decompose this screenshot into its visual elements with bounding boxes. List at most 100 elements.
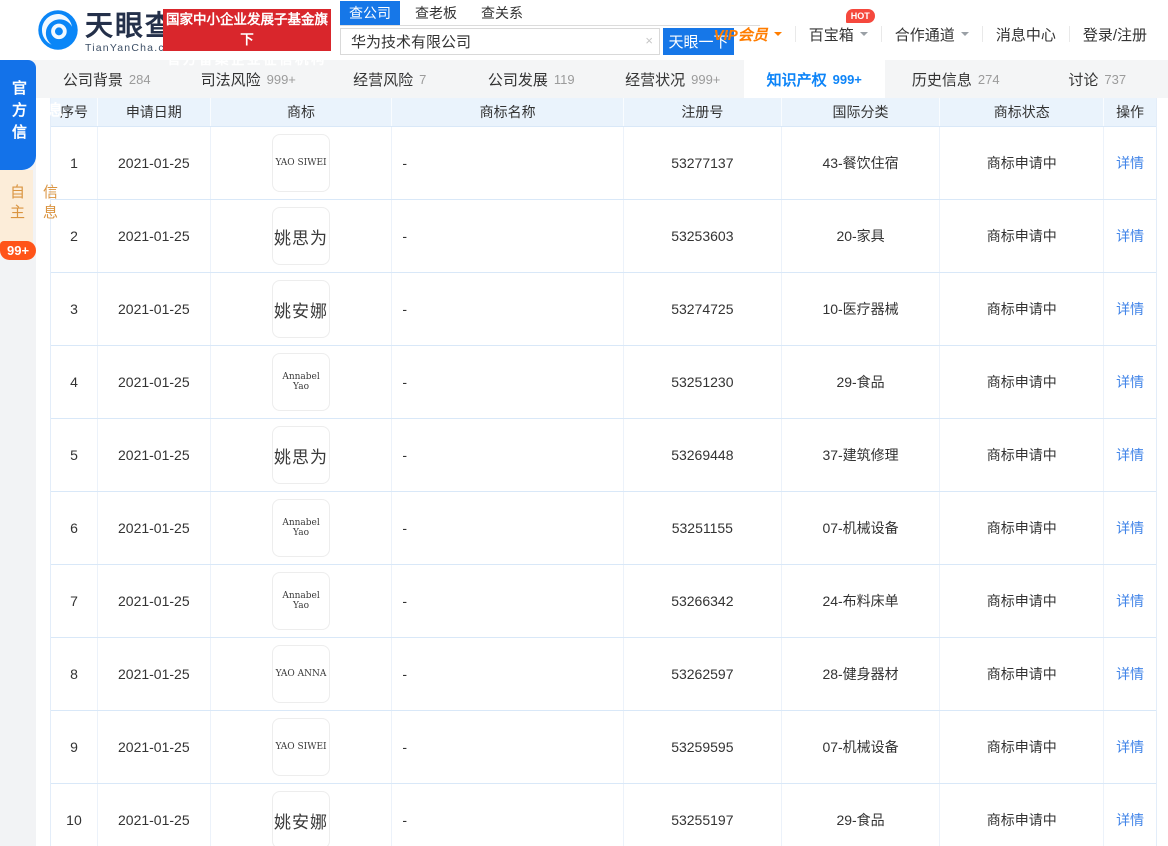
row-index-cell: 8 (51, 638, 98, 710)
search-input[interactable] (340, 28, 660, 55)
nav-tab[interactable]: 公司背景 284 (36, 60, 178, 98)
row-international-class-cell: 24-布料床单 (782, 565, 941, 637)
row-index-cell: 5 (51, 419, 98, 491)
row-status-cell: 商标申请中 (940, 638, 1105, 710)
row-trademark-name-cell: - (392, 419, 624, 491)
trademark-image[interactable]: 姚思为 (272, 207, 331, 265)
row-trademark-cell: Annabel Yao (211, 565, 393, 637)
side-tab-self-info[interactable]: 自主信息 (0, 170, 58, 252)
row-international-class-cell: 07-机械设备 (782, 711, 941, 783)
row-trademark-name-cell: - (392, 127, 624, 199)
side-tab-official-info[interactable]: 官方信息 (0, 60, 63, 170)
detail-link[interactable]: 详情 (1116, 591, 1144, 611)
search-box: × (340, 28, 660, 55)
trademark-text: Annabel Yao (282, 372, 320, 392)
side-tab-self-wrap: 自主信息 99+ (0, 170, 58, 260)
trademark-text: 姚安娜 (274, 812, 329, 833)
nav-tab-label: 历史信息 (911, 71, 972, 89)
trademark-image[interactable]: Annabel Yao (272, 499, 331, 557)
self-info-count-badge[interactable]: 99+ (0, 241, 37, 260)
table-row: 6 2021-01-25 Annabel Yao - 53251155 07-机… (51, 492, 1156, 565)
nav-tab[interactable]: 经营风险 7 (319, 60, 461, 98)
row-apply-date-cell: 2021-01-25 (98, 565, 211, 637)
detail-link[interactable]: 详情 (1116, 226, 1144, 246)
row-apply-date-cell: 2021-01-25 (98, 784, 211, 846)
table-row: 3 2021-01-25 姚安娜 - 53274725 10-医疗器械 商标申请… (51, 273, 1156, 346)
chevron-down-icon (773, 32, 782, 40)
detail-link[interactable]: 详情 (1116, 445, 1144, 465)
search-tab[interactable]: 查公司 (340, 1, 400, 25)
menu-login[interactable]: 登录/注册 (1070, 26, 1160, 44)
row-action-cell: 详情 (1104, 419, 1156, 491)
chevron-down-icon (859, 32, 868, 40)
trademark-image[interactable]: YAO SIWEI (272, 718, 331, 776)
detail-link[interactable]: 详情 (1116, 372, 1144, 392)
nav-tab-count: 999+ (266, 71, 296, 87)
row-index-cell: 3 (51, 273, 98, 345)
clear-icon[interactable]: × (645, 34, 653, 48)
row-international-class-cell: 29-食品 (782, 346, 941, 418)
nav-tab[interactable]: 历史信息 274 (885, 60, 1027, 98)
row-registration-number-cell: 53251155 (624, 492, 782, 564)
row-trademark-name-cell: - (392, 273, 624, 345)
row-registration-number-cell: 53255197 (624, 784, 782, 846)
menu-cooperation[interactable]: 合作通道 (882, 26, 983, 44)
trademark-image[interactable]: 姚安娜 (272, 791, 331, 846)
nav-tab[interactable]: 经营状况 999+ (602, 60, 744, 98)
table-row: 2 2021-01-25 姚思为 - 53253603 20-家具 商标申请中 … (51, 200, 1156, 273)
trademark-text: 姚思为 (274, 228, 329, 249)
row-registration-number-cell: 53274725 (624, 273, 782, 345)
search-tab[interactable]: 查关系 (472, 1, 532, 25)
nav-tab-count: 284 (128, 71, 151, 87)
hot-badge: HOT (845, 9, 875, 23)
nav-tab[interactable]: 知识产权 999+ (743, 60, 885, 98)
table-row: 7 2021-01-25 Annabel Yao - 53266342 24-布… (51, 565, 1156, 638)
row-international-class-cell: 43-餐饮住宿 (782, 127, 941, 199)
menu-toolbox[interactable]: HOT 百宝箱 (796, 9, 882, 44)
search-tabs: 查公司 查老板 查关系 (340, 1, 760, 26)
row-status-cell: 商标申请中 (940, 711, 1105, 783)
detail-link[interactable]: 详情 (1116, 810, 1144, 830)
detail-link[interactable]: 详情 (1116, 299, 1144, 319)
detail-link[interactable]: 详情 (1116, 518, 1144, 538)
trademark-image[interactable]: 姚安娜 (272, 280, 331, 338)
column-header: 商标 (211, 98, 393, 126)
table-row: 1 2021-01-25 YAO SIWEI - 53277137 43-餐饮住… (51, 127, 1156, 200)
column-header: 申请日期 (98, 98, 211, 126)
gov-badge-line2: 官方备案企业征信机构 (167, 52, 327, 67)
menu-messages-label: 消息中心 (995, 26, 1056, 44)
row-status-cell: 商标申请中 (940, 273, 1105, 345)
nav-tab-count: 999+ (832, 71, 862, 87)
row-registration-number-cell: 53251230 (624, 346, 782, 418)
trademark-image[interactable]: YAO ANNA (272, 645, 331, 703)
side-tabs: 官方信息 自主信息 99+ (0, 60, 63, 260)
trademark-image[interactable]: YAO SIWEI (272, 134, 331, 192)
detail-link[interactable]: 详情 (1116, 153, 1144, 173)
row-action-cell: 详情 (1104, 346, 1156, 418)
row-trademark-name-cell: - (392, 711, 624, 783)
trademark-image[interactable]: 姚思为 (272, 426, 331, 484)
row-apply-date-cell: 2021-01-25 (98, 638, 211, 710)
trademark-image[interactable]: Annabel Yao (272, 353, 331, 411)
nav-tab-count: 7 (419, 71, 427, 87)
table-row: 8 2021-01-25 YAO ANNA - 53262597 28-健身器材… (51, 638, 1156, 711)
row-trademark-name-cell: - (392, 200, 624, 272)
detail-link[interactable]: 详情 (1116, 664, 1144, 684)
menu-messages[interactable]: 消息中心 (983, 26, 1070, 44)
search-area: 查公司查老板查关系 × 天眼一下 (340, 1, 760, 55)
search-tab[interactable]: 查老板 (406, 1, 466, 25)
menu-vip[interactable]: VIP会员 (701, 26, 796, 44)
row-international-class-cell: 29-食品 (782, 784, 941, 846)
row-trademark-cell: YAO ANNA (211, 638, 393, 710)
nav-tab-label: 公司发展 (487, 71, 548, 89)
detail-link[interactable]: 详情 (1116, 737, 1144, 757)
row-status-cell: 商标申请中 (940, 419, 1105, 491)
trademark-text: 姚安娜 (274, 301, 329, 322)
nav-tab-label: 经营状况 (625, 71, 686, 89)
trademark-image[interactable]: Annabel Yao (272, 572, 331, 630)
row-apply-date-cell: 2021-01-25 (98, 273, 211, 345)
nav-tab[interactable]: 公司发展 119 (461, 60, 603, 98)
trademark-table-header: 序号 申请日期 商标 商标名称 注册号 国际分类 商标状态 操作 (51, 98, 1156, 127)
nav-tab[interactable]: 讨论 737 (1027, 60, 1168, 98)
tianyancha-logo[interactable]: 天眼查 TianYanCha.com (36, 8, 182, 57)
